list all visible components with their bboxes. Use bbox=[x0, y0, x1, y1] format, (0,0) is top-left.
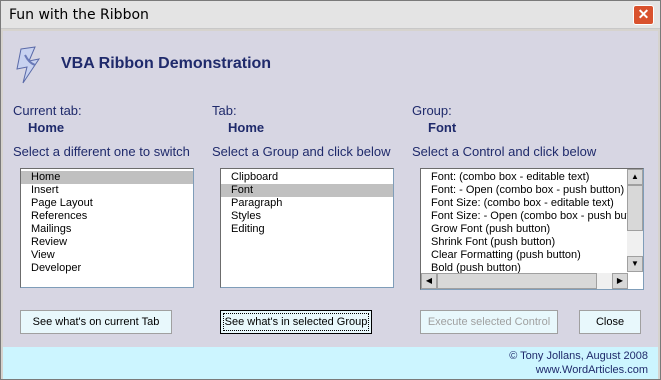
close-icon: ✕ bbox=[637, 6, 650, 22]
see-selected-group-button[interactable]: See what's in selected Group bbox=[220, 310, 372, 334]
current-tab-label: Current tab: bbox=[13, 103, 82, 118]
scrollbar-thumb-horizontal[interactable] bbox=[437, 273, 597, 289]
group-list-item[interactable]: Font bbox=[221, 184, 393, 197]
window-title: Fun with the Ribbon bbox=[9, 7, 149, 23]
current-tab-value: Home bbox=[28, 120, 65, 135]
scrollbar-thumb[interactable] bbox=[627, 185, 643, 231]
tab-list-item[interactable]: Mailings bbox=[21, 223, 193, 236]
tabs-listbox[interactable]: Home Insert Page Layout References Mailings R… bbox=[20, 168, 194, 288]
tab-instruction: Select a different one to switch bbox=[13, 144, 190, 159]
group-list-item[interactable]: Editing bbox=[221, 223, 393, 236]
tab-list-item[interactable]: Home bbox=[21, 171, 193, 184]
copyright-text: © Tony Jollans, August 2008 bbox=[509, 350, 648, 362]
scroll-down-icon[interactable]: ▼ bbox=[627, 256, 643, 272]
tab-list-item[interactable]: View bbox=[21, 249, 193, 262]
control-list-item[interactable]: Clear Formatting (push button) bbox=[421, 249, 627, 262]
page-title: VBA Ribbon Demonstration bbox=[61, 55, 272, 72]
control-list-item[interactable]: Font Size: (combo box - editable text) bbox=[421, 197, 627, 210]
vertical-scrollbar[interactable]: ▲ ▼ bbox=[627, 169, 643, 272]
footer: © Tony Jollans, August 2008 www.WordArti… bbox=[3, 347, 658, 379]
controls-listbox[interactable]: Font: (combo box - editable text) Font: -… bbox=[420, 168, 644, 290]
dialog-window: Fun with the Ribbon ✕ VBA Ribbon Demonst… bbox=[0, 0, 661, 380]
group-list-item[interactable]: Clipboard bbox=[221, 171, 393, 184]
groups-listbox[interactable]: Clipboard Font Paragraph Styles Editing bbox=[220, 168, 394, 288]
group-value: Font bbox=[428, 120, 457, 135]
control-instruction: Select a Control and click below bbox=[412, 144, 597, 159]
group-list-item[interactable]: Paragraph bbox=[221, 197, 393, 210]
title-bar[interactable]: Fun with the Ribbon ✕ bbox=[1, 1, 660, 29]
control-list-item[interactable]: Font Size: - Open (combo box - push butt… bbox=[421, 210, 627, 223]
ribbon-lightning-icon bbox=[16, 46, 41, 84]
control-list-item[interactable]: Bold (push button) bbox=[421, 262, 627, 273]
tab-list-item[interactable]: Insert bbox=[21, 184, 193, 197]
control-list-item[interactable]: Font: (combo box - editable text) bbox=[421, 171, 627, 184]
tab-label: Tab: bbox=[212, 103, 237, 118]
tab-list-item[interactable]: Review bbox=[21, 236, 193, 249]
group-label: Group: bbox=[412, 103, 452, 118]
tab-value: Home bbox=[228, 120, 265, 135]
control-list-item[interactable]: Shrink Font (push button) bbox=[421, 236, 627, 249]
control-list-item[interactable]: Grow Font (push button) bbox=[421, 223, 627, 236]
horizontal-scrollbar[interactable]: ◀ ▶ bbox=[421, 273, 628, 289]
execute-control-button[interactable]: Execute selected Control bbox=[420, 310, 558, 334]
close-window-button[interactable]: ✕ bbox=[633, 5, 654, 25]
tab-list-item[interactable]: References bbox=[21, 210, 193, 223]
close-button[interactable]: Close bbox=[579, 310, 641, 334]
website-link[interactable]: www.WordArticles.com bbox=[536, 364, 648, 376]
scroll-right-icon[interactable]: ▶ bbox=[612, 273, 628, 289]
tab-list-item[interactable]: Developer bbox=[21, 262, 193, 275]
see-current-tab-button[interactable]: See what's on current Tab bbox=[20, 310, 172, 334]
scroll-up-icon[interactable]: ▲ bbox=[627, 169, 643, 185]
group-instruction: Select a Group and click below bbox=[212, 144, 391, 159]
group-list-item[interactable]: Styles bbox=[221, 210, 393, 223]
tab-list-item[interactable]: Page Layout bbox=[21, 197, 193, 210]
scroll-left-icon[interactable]: ◀ bbox=[421, 273, 437, 289]
control-list-item[interactable]: Font: - Open (combo box - push button) bbox=[421, 184, 627, 197]
